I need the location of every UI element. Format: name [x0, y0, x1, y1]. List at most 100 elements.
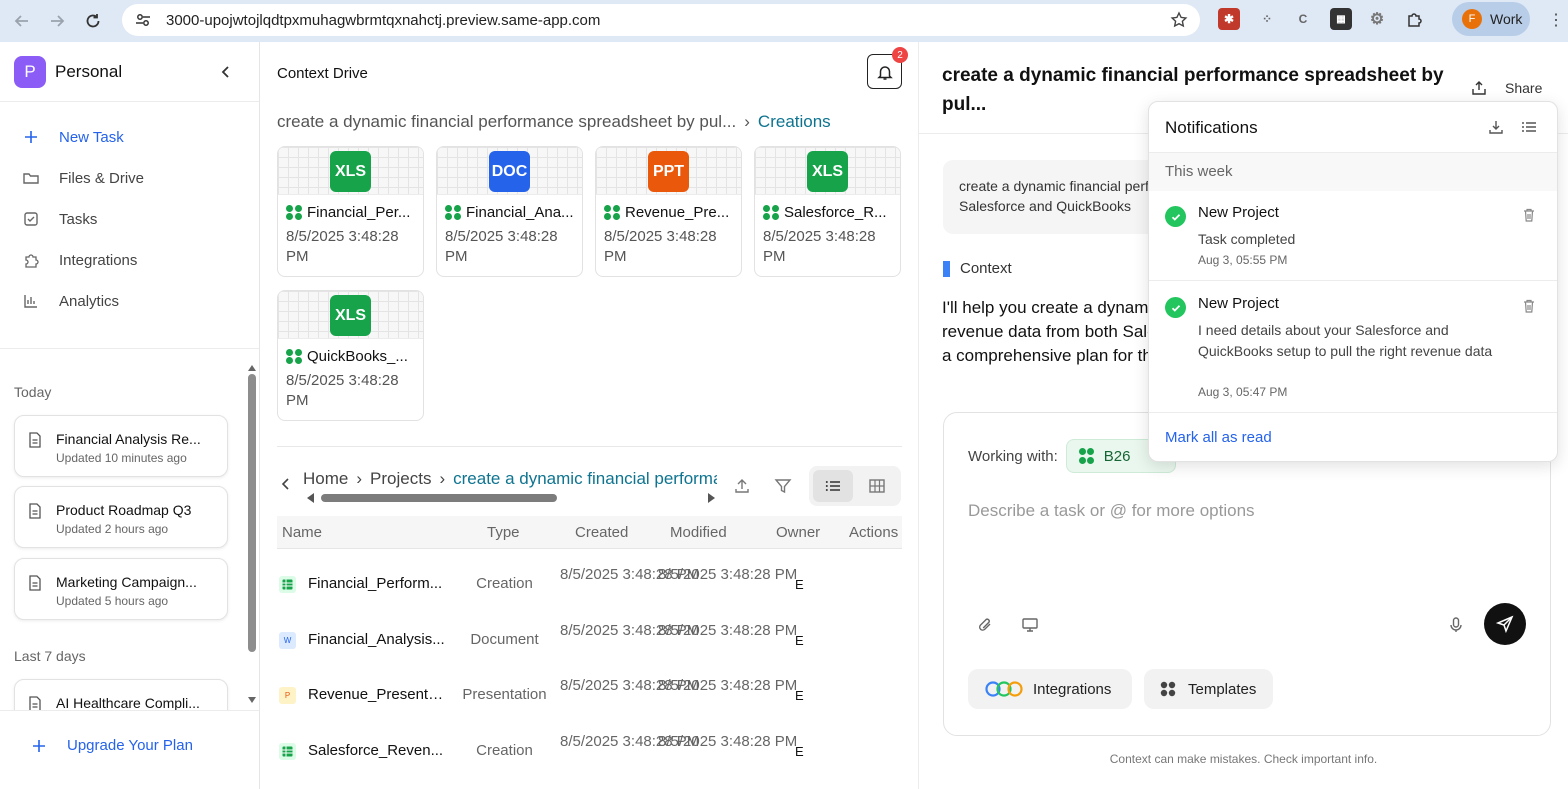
- sidebar-scroll-thumb[interactable]: [248, 374, 256, 652]
- row-type: Presentation: [462, 686, 547, 703]
- recent-item-updated: Updated 5 hours ago: [56, 594, 169, 608]
- sidebar-item-label: Analytics: [59, 292, 120, 310]
- file-card[interactable]: DOC Financial_Ana... 8/5/2025 3:48:28 PM: [436, 146, 583, 277]
- site-settings-icon[interactable]: [134, 11, 152, 29]
- filter-icon[interactable]: [774, 477, 792, 495]
- grid-view-button[interactable]: [857, 470, 897, 502]
- download-icon[interactable]: [1488, 119, 1504, 135]
- file-type-badge: XLS: [330, 295, 371, 336]
- file-card[interactable]: PPT Revenue_Pre... 8/5/2025 3:48:28 PM: [595, 146, 742, 277]
- column-header-owner[interactable]: Owner: [776, 524, 820, 541]
- extension-dark-icon[interactable]: ▦: [1330, 8, 1352, 30]
- breadcrumb: create a dynamic financial performance s…: [277, 112, 831, 132]
- table-row[interactable]: P Revenue_Presenta... Presentation 8/5/2…: [277, 668, 902, 723]
- recent-item[interactable]: Product Roadmap Q3 Updated 2 hours ago: [14, 486, 228, 548]
- column-header-type[interactable]: Type: [487, 524, 520, 541]
- table-row[interactable]: Salesforce_Reven... Creation 8/5/2025 3:…: [277, 724, 902, 779]
- column-header-created[interactable]: Created: [575, 524, 628, 541]
- file-name-text: QuickBooks_...: [307, 348, 408, 365]
- paperclip-icon[interactable]: [976, 616, 994, 634]
- browser-menu-icon[interactable]: ⋮: [1548, 10, 1564, 30]
- notifications-button[interactable]: 2: [867, 47, 908, 89]
- sidebar-scrollbar[interactable]: [246, 364, 256, 704]
- file-card[interactable]: XLS QuickBooks_... 8/5/2025 3:48:28 PM: [277, 290, 424, 421]
- upload-icon[interactable]: [733, 477, 751, 495]
- document-icon: [27, 432, 43, 448]
- extensions-puzzle-icon[interactable]: [1404, 8, 1426, 30]
- sidebar-item-integrations[interactable]: Integrations: [22, 251, 137, 269]
- sidebar-item-label: Files & Drive: [59, 169, 145, 187]
- file-date: 8/5/2025 3:48:28 PM: [286, 372, 399, 409]
- notification-count-badge: 2: [892, 47, 908, 63]
- recent-item[interactable]: Marketing Campaign... Updated 5 hours ag…: [14, 558, 228, 620]
- profile-button[interactable]: F Work: [1452, 2, 1530, 36]
- breadcrumb-home[interactable]: Home: [303, 469, 348, 489]
- notifications-divider: [1149, 280, 1557, 281]
- file-card[interactable]: XLS Salesforce_R... 8/5/2025 3:48:28 PM: [754, 146, 901, 277]
- templates-button[interactable]: Templates: [1144, 669, 1273, 709]
- breadcrumb-scroll-thumb[interactable]: [321, 494, 557, 502]
- breadcrumb-projects[interactable]: Projects: [370, 469, 431, 489]
- share-button[interactable]: Share: [1471, 80, 1542, 96]
- check-circle-icon: [1165, 297, 1186, 318]
- workspace-switcher[interactable]: P Personal: [14, 56, 122, 88]
- integrations-button[interactable]: Integrations: [968, 669, 1132, 709]
- address-bar[interactable]: 3000-upojwtojlqdtpxmuhagwbrmtqxnahctj.pr…: [122, 4, 1200, 36]
- trash-icon[interactable]: [1521, 207, 1537, 223]
- file-card[interactable]: XLS Financial_Per... 8/5/2025 3:48:28 PM: [277, 146, 424, 277]
- scroll-down-arrow-icon[interactable]: [247, 696, 257, 704]
- breadcrumb-current[interactable]: create a dynamic financial performance s…: [453, 469, 717, 489]
- scroll-right-arrow-icon[interactable]: [708, 493, 715, 503]
- sidebar-item-new-task[interactable]: New Task: [22, 128, 124, 146]
- integrations-label: Integrations: [1033, 680, 1112, 698]
- monitor-icon[interactable]: [1021, 616, 1039, 634]
- message-input[interactable]: Describe a task or @ for more options: [968, 501, 1255, 521]
- scroll-left-arrow-icon[interactable]: [307, 493, 314, 503]
- column-header-name[interactable]: Name: [282, 524, 322, 541]
- row-modified: 8/5/2025 3:48:28 PM: [658, 733, 798, 750]
- sidebar-item-label: Integrations: [59, 251, 138, 269]
- extension-red-icon[interactable]: ✱: [1218, 8, 1240, 30]
- file-type-badge: DOC: [489, 151, 530, 192]
- microphone-icon[interactable]: [1447, 616, 1465, 634]
- send-button[interactable]: [1484, 603, 1526, 645]
- mark-all-read-link[interactable]: Mark all as read: [1165, 429, 1272, 446]
- file-date: 8/5/2025 3:48:28 PM: [763, 228, 876, 265]
- table-header: Name Type Created Modified Owner Actions: [277, 516, 902, 549]
- notification-title: New Project: [1198, 204, 1279, 221]
- presentation-file-icon: P: [279, 687, 296, 704]
- forward-arrow-icon[interactable]: [39, 3, 75, 39]
- upgrade-plan-button[interactable]: Upgrade Your Plan: [32, 737, 193, 754]
- sidebar-item-analytics[interactable]: Analytics: [22, 292, 119, 310]
- extension-gear-icon[interactable]: ⚙: [1366, 8, 1388, 30]
- extension-c-icon[interactable]: C: [1292, 8, 1314, 30]
- bookmark-star-icon[interactable]: [1170, 11, 1188, 29]
- sidebar-item-files-drive[interactable]: Files & Drive: [22, 169, 144, 187]
- chevron-left-icon[interactable]: [279, 477, 293, 491]
- scroll-up-arrow-icon[interactable]: [247, 364, 257, 372]
- file-name: Financial_Per...: [286, 204, 418, 221]
- list-view-button[interactable]: [813, 470, 853, 502]
- breadcrumb-scrollbar[interactable]: [307, 492, 715, 504]
- file-type-badge: XLS: [807, 151, 848, 192]
- column-header-modified[interactable]: Modified: [670, 524, 727, 541]
- collapse-sidebar-chevron-icon[interactable]: [218, 64, 234, 80]
- recent-item[interactable]: Financial Analysis Re... Updated 10 minu…: [14, 415, 228, 477]
- app-dots-icon: [286, 204, 302, 221]
- table-row[interactable]: W Financial_Analysis... Document 8/5/202…: [277, 613, 902, 668]
- url-text: 3000-upojwtojlqdtpxmuhagwbrmtqxnahctj.pr…: [166, 11, 601, 29]
- sidebar-item-tasks[interactable]: Tasks: [22, 210, 97, 228]
- file-name-text: Financial_Per...: [307, 204, 411, 221]
- breadcrumb-current[interactable]: Creations: [758, 112, 831, 132]
- reload-icon[interactable]: [75, 3, 111, 39]
- trash-icon[interactable]: [1521, 298, 1537, 314]
- upgrade-plan-label: Upgrade Your Plan: [67, 737, 193, 754]
- bar-chart-icon: [22, 292, 40, 310]
- assistant-label: Context: [943, 260, 1012, 277]
- breadcrumb-parent[interactable]: create a dynamic financial performance s…: [277, 112, 736, 132]
- back-arrow-icon[interactable]: [4, 3, 40, 39]
- workspace-name: Personal: [55, 62, 123, 81]
- extension-dots-icon[interactable]: ⁘: [1256, 8, 1278, 30]
- list-settings-icon[interactable]: [1521, 119, 1537, 135]
- table-row[interactable]: Financial_Perform... Creation 8/5/2025 3…: [277, 557, 902, 612]
